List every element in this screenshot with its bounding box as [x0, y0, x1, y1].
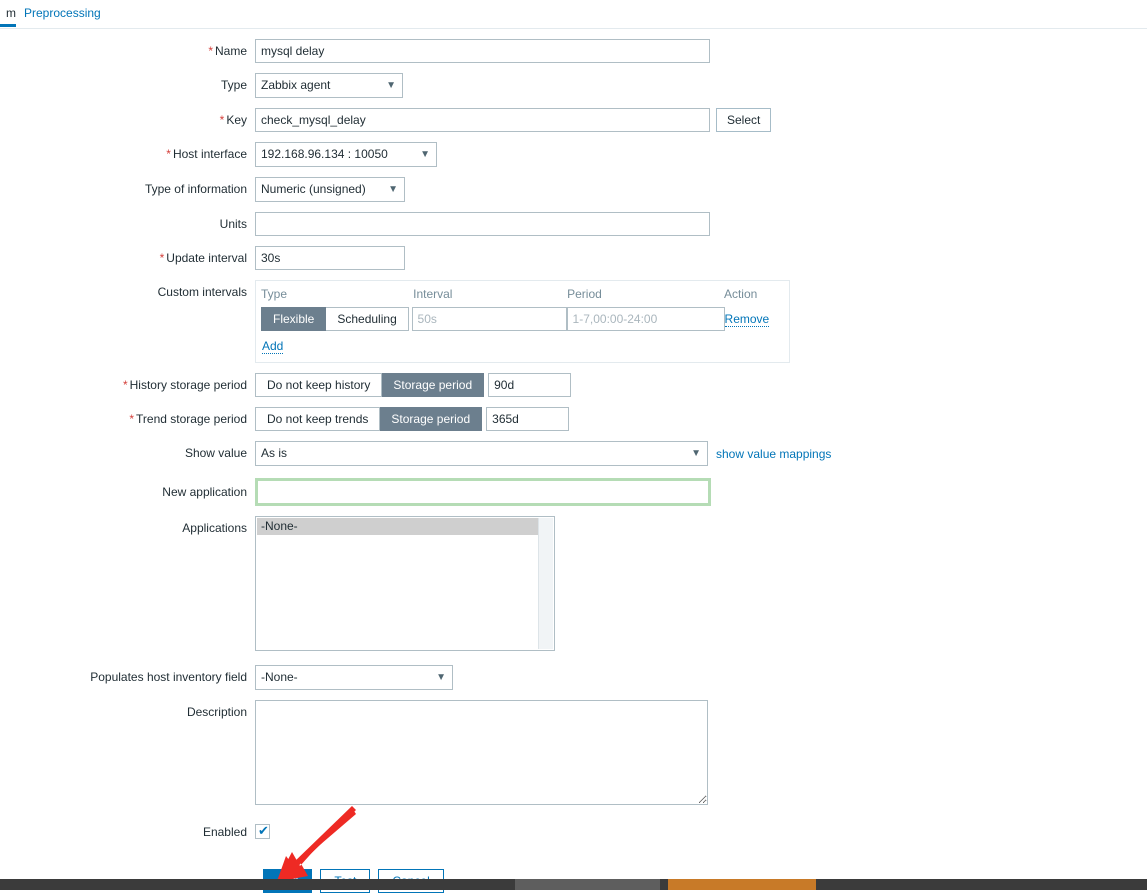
column-header-type: Type	[261, 287, 288, 301]
key-select-button[interactable]: Select	[716, 108, 772, 132]
tab-bar: m Preprocessing	[0, 0, 1147, 29]
row-type-of-information: Type of information Numeric (unsigned) ▼	[0, 177, 1147, 202]
label-applications: Applications	[182, 521, 247, 535]
label-enabled: Enabled	[202, 825, 247, 839]
column-header-period: Period	[567, 287, 602, 301]
required-asterisk: *	[122, 378, 128, 392]
label-name: * Name	[208, 44, 247, 58]
row-type: Type Zabbix agent ▼	[0, 73, 1147, 98]
update-interval-input[interactable]	[255, 246, 405, 270]
label-host-interface: * Host interface	[166, 147, 247, 161]
row-custom-intervals: Custom intervals Type Interval Period Ac…	[0, 280, 1147, 363]
row-host-interface: * Host interface 192.168.96.134 : 10050 ▼	[0, 142, 1147, 167]
os-taskbar	[0, 879, 1147, 890]
show-value-mappings-link[interactable]: show value mappings	[716, 447, 831, 461]
enabled-checkbox[interactable]: ✔	[255, 823, 270, 839]
label-type-of-information: Type of information	[144, 182, 247, 196]
units-input[interactable]	[255, 212, 710, 236]
label-units: Units	[219, 217, 247, 231]
new-application-input[interactable]	[258, 481, 708, 503]
row-description: Description	[0, 700, 1147, 808]
interval-type-toggle: Flexible Scheduling	[261, 307, 409, 331]
tab-preprocessing[interactable]: Preprocessing	[24, 0, 101, 27]
history-storage-period-option[interactable]: Storage period	[382, 373, 485, 397]
applications-listbox[interactable]: -None-	[255, 516, 555, 651]
trend-storage-period-option[interactable]: Storage period	[380, 407, 483, 431]
tab-item-label: m	[6, 6, 16, 20]
new-application-focus-ring	[255, 478, 711, 506]
description-textarea[interactable]	[255, 700, 708, 805]
row-name: * Name	[0, 39, 1147, 63]
required-asterisk: *	[166, 147, 171, 161]
custom-interval-row: Flexible Scheduling Remove	[261, 307, 781, 331]
host-inventory-field-select-wrapper: -None- ▼	[255, 665, 453, 690]
custom-intervals-table: Type Interval Period Action Flexible Sch…	[255, 280, 790, 363]
history-storage-period-input[interactable]	[488, 373, 572, 397]
trend-storage-period-input[interactable]	[486, 407, 570, 431]
type-of-information-select-wrapper: Numeric (unsigned) ▼	[255, 177, 405, 202]
label-custom-intervals: Custom intervals	[157, 285, 247, 299]
required-asterisk: *	[159, 251, 165, 265]
taskbar-active-window-item[interactable]	[668, 879, 816, 890]
check-icon: ✔	[258, 823, 269, 838]
row-show-value: Show value As is ▼ show value mappings	[0, 441, 1147, 466]
row-new-application: New application	[0, 478, 1147, 506]
list-item[interactable]: -None-	[257, 518, 539, 535]
row-update-interval: * Update interval	[0, 246, 1147, 270]
row-history-storage-period: * History storage period Do not keep hist…	[0, 373, 1147, 397]
type-of-information-select[interactable]: Numeric (unsigned)	[255, 177, 405, 202]
custom-interval-remove-link[interactable]: Remove	[724, 312, 770, 327]
key-input[interactable]	[255, 108, 710, 132]
tab-preprocessing-label: Preprocessing	[24, 6, 101, 20]
trend-do-not-keep-option[interactable]: Do not keep trends	[255, 407, 381, 431]
show-value-select[interactable]: As is	[255, 441, 708, 466]
type-select[interactable]: Zabbix agent	[255, 73, 403, 98]
custom-intervals-header: Type Interval Period Action	[261, 287, 781, 307]
tab-item[interactable]: m	[0, 0, 16, 27]
interval-type-scheduling[interactable]: Scheduling	[326, 307, 409, 331]
required-asterisk: *	[219, 113, 225, 127]
tab-active-underline	[0, 24, 16, 27]
row-host-inventory-field: Populates host inventory field -None- ▼	[0, 665, 1147, 690]
history-storage-toggle: Do not keep history Storage period	[255, 373, 485, 397]
custom-interval-add-link[interactable]: Add	[262, 339, 284, 354]
row-key: *Key Select	[0, 108, 1147, 132]
host-interface-select-wrapper: 192.168.96.134 : 10050 ▼	[255, 142, 437, 167]
show-value-select-wrapper: As is ▼	[255, 441, 708, 466]
trend-storage-toggle: Do not keep trends Storage period	[255, 407, 483, 431]
label-key: * Key	[219, 113, 247, 127]
label-host-inventory-field: Populates host inventory field	[90, 670, 247, 684]
custom-interval-period-input[interactable]	[566, 307, 725, 331]
row-applications: Applications -None-	[0, 516, 1147, 651]
row-units: Units	[0, 212, 1147, 236]
host-interface-select[interactable]: 192.168.96.134 : 10050	[255, 142, 437, 167]
name-input[interactable]	[255, 39, 710, 63]
applications-scrollbar[interactable]	[538, 518, 553, 649]
type-select-wrapper: Zabbix agent ▼	[255, 73, 403, 98]
required-asterisk: *	[208, 44, 213, 58]
column-header-action: Action	[723, 287, 758, 301]
custom-interval-delay-input[interactable]	[411, 307, 567, 331]
item-configuration-form: *Name Type Zabbix agent ▼ *Key Select	[0, 28, 1147, 854]
label-show-value: Show value	[184, 446, 247, 460]
label-trend-storage-period: * Trend storage period	[129, 412, 247, 426]
label-description: Description	[186, 705, 247, 719]
host-inventory-field-select[interactable]: -None-	[255, 665, 453, 690]
row-enabled: Enabled ✔	[0, 820, 1147, 844]
interval-type-flexible[interactable]: Flexible	[261, 307, 327, 331]
label-history-storage-period: * History storage period	[122, 378, 247, 392]
required-asterisk: *	[129, 412, 135, 426]
history-do-not-keep-option[interactable]: Do not keep history	[255, 373, 383, 397]
label-new-application: New application	[162, 485, 247, 499]
label-type: Type	[220, 78, 247, 92]
taskbar-window-item[interactable]	[515, 879, 660, 890]
column-header-interval: Interval	[413, 287, 453, 301]
row-trend-storage-period: * Trend storage period Do not keep trends…	[0, 407, 1147, 431]
label-update-interval: * Update interval	[159, 251, 247, 265]
